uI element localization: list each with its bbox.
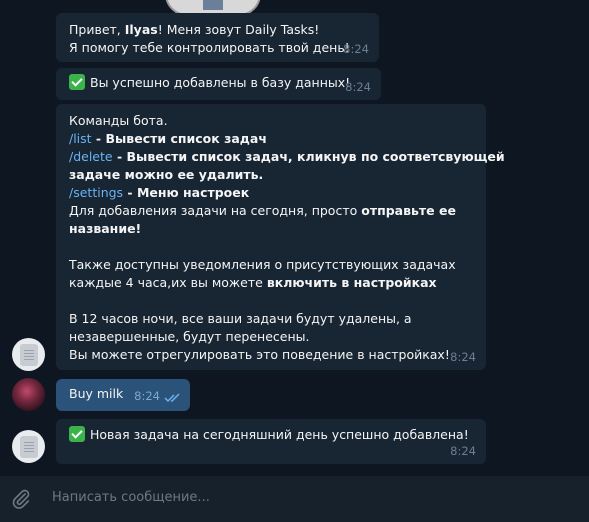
message-line: Команды бота. xyxy=(69,113,168,128)
message-bubble-outgoing[interactable]: Buy milk 8:24 xyxy=(56,379,190,411)
chat-history[interactable]: Привет, Ilyas! Меня зовут Daily Tasks! Я… xyxy=(0,0,589,476)
message-text: Buy milk xyxy=(69,386,124,401)
message-bubble[interactable]: Привет, Ilyas! Меня зовут Daily Tasks! Я… xyxy=(56,13,379,62)
message-bubble[interactable]: Новая задача на сегодняшний день успешно… xyxy=(56,419,486,464)
message-bubble[interactable]: Вы успешно добавлены в базу данных! 8:24 xyxy=(56,68,381,100)
message-time: 8:24 xyxy=(345,80,371,94)
message-input[interactable]: Написать сообщение... xyxy=(52,490,210,505)
message-text: ! Меня зовут Daily Tasks! xyxy=(157,22,320,37)
command-description: - Меню настроек xyxy=(123,185,250,200)
paperclip-icon[interactable] xyxy=(10,488,32,510)
message-line: Я помогу тебе контролировать твой день! xyxy=(69,40,350,55)
bot-avatar-image xyxy=(20,344,38,366)
message-time: 8:24 xyxy=(343,42,369,56)
message-line: Вы успешно добавлены в базу данных! xyxy=(69,74,369,92)
command-link-list[interactable]: /list xyxy=(69,131,92,146)
command-description: - Вывести список задач, кликнув по соотв… xyxy=(112,149,505,164)
message-line: Привет, Ilyas! Меня зовут Daily Tasks! xyxy=(69,21,367,39)
user-name: Ilyas xyxy=(124,22,158,37)
message-line: Для добавления задачи на сегодня, просто… xyxy=(69,202,474,220)
message-text: Привет, xyxy=(69,22,125,37)
message-text: каждые 4 часа,их вы можете xyxy=(69,275,267,290)
message-text-bold: включить в настройках xyxy=(266,275,437,290)
message-line: незавершенные, будут перенесены. xyxy=(69,329,310,344)
bot-avatar[interactable] xyxy=(12,430,45,463)
double-check-icon xyxy=(164,393,180,403)
message-text-bold: отправьте ее xyxy=(361,203,456,218)
user-avatar[interactable] xyxy=(12,378,45,411)
check-mark-icon xyxy=(69,426,85,442)
message-text: Для добавления задачи на сегодня, просто xyxy=(69,203,362,218)
message-line: название! xyxy=(69,221,142,236)
message-time: 8:24 xyxy=(450,444,476,458)
command-link-delete[interactable]: /delete xyxy=(69,149,113,164)
message-line: В 12 часов ночи, все ваши задачи будут у… xyxy=(69,311,412,326)
message-line: Также доступны уведомления о присутствую… xyxy=(69,257,456,272)
message-time: 8:24 xyxy=(450,350,476,364)
message-line: /list - Вывести список задач xyxy=(69,130,474,148)
message-text: Вы успешно добавлены в базу данных! xyxy=(90,75,351,90)
message-line: Вы можете отрегулировать это поведение в… xyxy=(69,347,450,362)
bot-avatar-image xyxy=(20,436,38,458)
message-line: каждые 4 часа,их вы можете включить в на… xyxy=(69,274,474,292)
message-bubble[interactable]: Команды бота. /list - Вывести список зад… xyxy=(56,104,505,370)
message-text: Новая задача на сегодняшний день успешно… xyxy=(90,427,469,442)
command-link-settings[interactable]: /settings xyxy=(69,185,123,200)
message-line: Новая задача на сегодняшний день успешно… xyxy=(69,426,474,444)
bot-avatar[interactable] xyxy=(12,338,45,371)
message-composer: Написать сообщение... xyxy=(0,476,589,522)
message-time: 8:24 xyxy=(134,389,160,403)
message-line: /settings - Меню настроек xyxy=(69,184,474,202)
check-mark-icon xyxy=(69,74,85,90)
message-line: задаче можно ее удалить. xyxy=(69,167,264,182)
command-description: - Вывести список задач xyxy=(91,131,267,146)
message-line: /delete - Вывести список задач, кликнув … xyxy=(69,148,505,166)
